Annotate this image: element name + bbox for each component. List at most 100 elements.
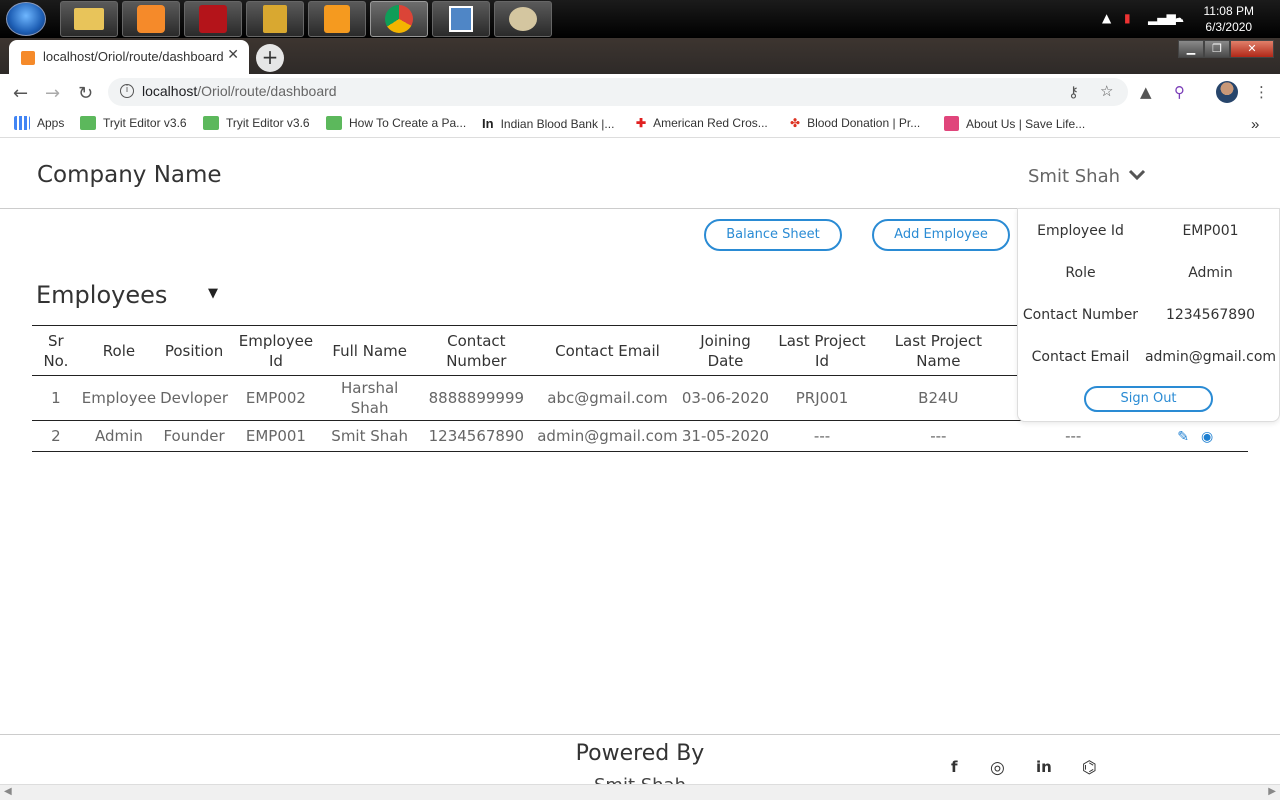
heart-icon	[944, 116, 959, 131]
cell-contact: 1234567890	[417, 420, 536, 452]
search-extension-icon[interactable]: ⚲	[1174, 83, 1185, 101]
field-label: Contact Email	[1031, 349, 1130, 365]
close-tab-icon[interactable]: ✕	[227, 47, 239, 63]
reload-icon[interactable]: ↻	[78, 83, 93, 104]
browser-toolbar: ← → ↻ i localhost/Oriol/route/dashboard …	[0, 74, 1280, 110]
bookmark-label: American Red Cros...	[653, 116, 768, 130]
cell-email: abc@gmail.com	[547, 389, 668, 407]
cell-email: admin@gmail.com	[535, 420, 680, 452]
bookmark-indian-blood-bank[interactable]: In Indian Blood Bank |...	[482, 116, 614, 131]
bookmark-apps[interactable]: Apps	[14, 116, 64, 130]
cell-project-id: ---	[771, 420, 873, 452]
column-header: Contact Number	[417, 325, 536, 376]
url-path: /Oriol/route/dashboard	[197, 83, 337, 99]
linkedin-icon[interactable]: in	[1036, 758, 1052, 776]
back-arrow-icon[interactable]: ←	[13, 83, 28, 104]
facebook-icon[interactable]: f	[951, 758, 958, 776]
cell-role: Employee	[81, 389, 157, 407]
bookmark-label: Apps	[37, 116, 65, 130]
xampp-icon[interactable]	[122, 1, 180, 37]
apps-grid-icon	[14, 116, 30, 130]
new-tab-button[interactable]: +	[256, 44, 284, 72]
bookmark-how-to-create[interactable]: How To Create a Pa...	[326, 116, 466, 130]
bookmark-tryit-2[interactable]: Tryit Editor v3.6	[203, 116, 310, 130]
github-icon[interactable]: ⌬	[1082, 758, 1097, 778]
bookmark-about-us[interactable]: About Us | Save Life...	[944, 116, 1085, 131]
bookmark-red-cross[interactable]: ✚ American Red Cros...	[636, 116, 768, 130]
bookmark-blood-donation[interactable]: ✤ Blood Donation | Pr...	[790, 116, 920, 130]
cloud-icon[interactable]: ☁	[1172, 11, 1184, 25]
bookmarks-overflow-icon[interactable]: »	[1251, 116, 1259, 133]
table-row: 2 Admin Founder EMP001 Smit Shah 1234567…	[32, 420, 1248, 452]
address-bar[interactable]: i localhost/Oriol/route/dashboard ⚷ ☆	[108, 78, 1128, 106]
column-header: Joining Date	[679, 325, 772, 376]
os-taskbar: ▲ ▮ ▂▄▆ ☁ 11:08 PM 6/3/2020	[0, 0, 1280, 38]
column-header: Sr No.	[32, 325, 80, 376]
bookmark-tryit-1[interactable]: Tryit Editor v3.6	[80, 116, 187, 130]
explorer-icon[interactable]	[60, 1, 118, 37]
system-clock[interactable]: 11:08 PM 6/3/2020	[1204, 3, 1254, 35]
paint-icon[interactable]	[494, 1, 552, 37]
view-eye-icon[interactable]: ◉	[1201, 429, 1213, 445]
cell-name: Harshal Shah	[340, 379, 399, 417]
wordpad-icon[interactable]	[432, 1, 490, 37]
profile-avatar[interactable]	[1216, 81, 1238, 103]
column-header: Contact Email	[535, 325, 680, 376]
w3schools-icon	[80, 116, 96, 130]
instagram-icon[interactable]: ◎	[990, 758, 1005, 778]
sign-out-button[interactable]: Sign Out	[1084, 386, 1213, 412]
restore-icon[interactable]: ❐	[1204, 40, 1230, 58]
close-window-icon[interactable]: ✕	[1230, 40, 1274, 58]
column-header: Last Project Name	[872, 325, 1004, 376]
chevron-down-icon[interactable]	[1128, 166, 1146, 185]
url-text[interactable]: localhost/Oriol/route/dashboard	[142, 83, 337, 99]
url-host: localhost	[142, 83, 198, 99]
bookmark-label: Blood Donation | Pr...	[807, 116, 921, 130]
edit-pencil-icon[interactable]: ✎	[1177, 429, 1189, 445]
column-header: Role	[79, 325, 159, 376]
balance-sheet-button[interactable]: Balance Sheet	[704, 219, 842, 251]
field-value: 1234567890	[1165, 307, 1256, 323]
scroll-left-icon[interactable]: ◀	[4, 786, 12, 797]
caret-down-icon[interactable]: ▼	[208, 286, 218, 301]
site-info-icon[interactable]: i	[120, 84, 134, 98]
sublime-icon[interactable]	[308, 1, 366, 37]
field-value: EMP001	[1182, 223, 1239, 239]
cell-contact: 8888899999	[428, 389, 525, 407]
cell-sr: 2	[32, 420, 80, 452]
cell-actions: ✎ ◉	[1142, 420, 1248, 452]
column-header: Full Name	[321, 325, 418, 376]
user-menu-name[interactable]: Smit Shah	[1028, 166, 1120, 187]
browser-tab[interactable]: localhost/Oriol/route/dashboard ✕	[9, 40, 249, 74]
minimize-icon[interactable]: ▁	[1178, 40, 1204, 58]
field-value: admin@gmail.com	[1144, 349, 1277, 365]
cell-joined: 31-05-2020	[679, 420, 772, 452]
tray-expand-icon[interactable]: ▲	[1102, 11, 1111, 25]
bookmark-label: Tryit Editor v3.6	[226, 116, 310, 130]
field-label: Employee Id	[1037, 223, 1124, 239]
column-header: Employee Id	[230, 325, 322, 376]
bookmarks-bar: Apps Tryit Editor v3.6 Tryit Editor v3.6…	[0, 110, 1280, 138]
cell-emp-id: EMP002	[245, 389, 306, 407]
cell-joined: 03-06-2020	[681, 389, 770, 407]
window-controls: ▁ ❐ ✕	[1178, 40, 1274, 58]
key-icon[interactable]: ⚷	[1068, 83, 1079, 101]
cell-name: Smit Shah	[321, 420, 418, 452]
chrome-icon[interactable]	[370, 1, 428, 37]
filezilla-icon[interactable]	[184, 1, 242, 37]
windows-start-icon[interactable]	[6, 2, 46, 36]
tab-title: localhost/Oriol/route/dashboard	[43, 49, 224, 64]
bookmark-star-icon[interactable]: ☆	[1100, 82, 1113, 100]
ms-word-icon[interactable]	[246, 1, 304, 37]
battery-icon[interactable]: ▮	[1124, 11, 1131, 25]
add-employee-button[interactable]: Add Employee	[872, 219, 1010, 251]
scroll-right-icon[interactable]: ▶	[1268, 786, 1276, 797]
menu-kebab-icon[interactable]: ⋮	[1254, 83, 1269, 101]
red-cross-icon: ✚	[636, 116, 647, 130]
horizontal-scrollbar[interactable]: ◀ ▶	[0, 784, 1280, 800]
employees-heading[interactable]: Employees	[36, 281, 167, 309]
cell-project-id: PRJ001	[795, 389, 849, 407]
drive-extension-icon[interactable]: ▲	[1140, 83, 1152, 101]
company-name[interactable]: Company Name	[37, 162, 222, 188]
forward-arrow-icon[interactable]: →	[45, 83, 60, 104]
